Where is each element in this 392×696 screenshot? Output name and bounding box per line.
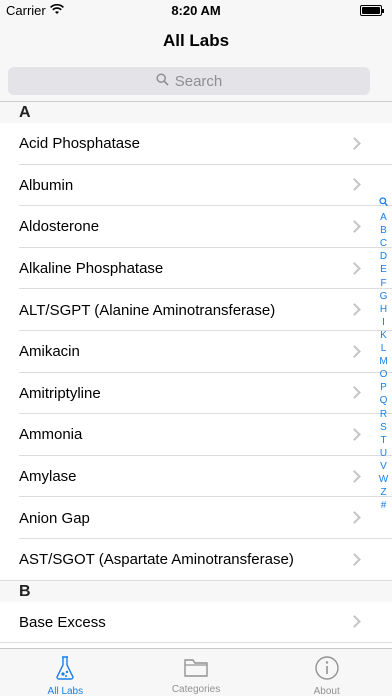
tab-categories[interactable]: Categories — [131, 649, 262, 696]
index-letter[interactable]: # — [381, 499, 387, 512]
folder-icon — [183, 655, 209, 682]
index-letter[interactable]: A — [380, 211, 387, 224]
status-time: 8:20 AM — [171, 3, 221, 18]
index-letter[interactable]: S — [380, 421, 387, 434]
list-item[interactable]: Aldosterone — [0, 206, 392, 248]
index-letter[interactable]: T — [380, 434, 386, 447]
list-item[interactable]: Amitriptyline — [0, 373, 392, 415]
chevron-right-icon — [348, 136, 361, 150]
chevron-right-icon — [348, 220, 361, 233]
list-item-label: ALT/SGPT (Alanine Aminotransferase) — [19, 301, 276, 319]
index-search-icon[interactable] — [379, 197, 388, 211]
list-item-label: Albumin — [19, 176, 74, 194]
list-item-label: Acid Phosphatase — [19, 135, 140, 153]
list-item-label: Aldosterone — [19, 218, 100, 236]
search-placeholder: Search — [174, 72, 223, 90]
search-icon — [156, 72, 169, 90]
chevron-right-icon — [348, 428, 361, 441]
list-item[interactable]: AST/SGOT (Aspartate Aminotransferase) — [0, 539, 392, 581]
chevron-right-icon — [348, 511, 361, 525]
tab-bar: All Labs Categories About — [0, 648, 392, 696]
index-letter[interactable]: H — [380, 303, 387, 316]
index-letter[interactable]: Q — [380, 394, 388, 407]
info-icon — [314, 655, 340, 684]
index-letter[interactable]: G — [380, 290, 388, 303]
battery-icon — [360, 5, 384, 16]
navigation-bar: All Labs — [0, 22, 392, 60]
page-title: All Labs — [162, 31, 230, 50]
list-item[interactable]: ALT/SGPT (Alanine Aminotransferase) — [0, 289, 392, 331]
index-letter[interactable]: O — [380, 368, 388, 381]
list-item-label: Amitriptyline — [19, 384, 101, 402]
index-letter[interactable]: L — [381, 342, 387, 355]
list-item[interactable]: Ammonia — [0, 414, 392, 456]
index-letter[interactable]: M — [379, 355, 387, 368]
chevron-right-icon — [348, 261, 361, 275]
list-item[interactable]: Anion Gap — [0, 497, 392, 539]
index-letter[interactable]: W — [379, 473, 388, 486]
index-letter[interactable]: D — [380, 250, 387, 263]
index-letter[interactable]: E — [380, 263, 387, 276]
index-letter[interactable]: V — [380, 460, 387, 473]
section-header-a: A — [0, 102, 392, 123]
tab-about[interactable]: About — [261, 649, 392, 696]
list-item-label: AST/SGOT (Aspartate Aminotransferase) — [19, 551, 294, 569]
chevron-right-icon — [348, 178, 361, 192]
list-item[interactable]: Alkaline Phosphatase — [0, 248, 392, 290]
list-item-label: Alkaline Phosphatase — [19, 260, 164, 278]
list-item[interactable]: Albumin — [0, 165, 392, 207]
flask-icon — [53, 655, 77, 684]
index-letter[interactable]: K — [380, 329, 387, 342]
chevron-right-icon — [348, 615, 361, 629]
index-letter[interactable]: U — [380, 447, 387, 460]
section-index[interactable]: A B C D E F G H I K L M O P Q R S T U V W Z # — [378, 197, 389, 512]
chevron-right-icon — [348, 386, 361, 400]
list-item[interactable]: Base Excess — [0, 602, 392, 644]
chevron-right-icon — [348, 469, 361, 483]
list-item-label: Amylase — [19, 468, 77, 486]
tab-label: All Labs — [47, 686, 84, 696]
index-letter[interactable]: R — [380, 408, 387, 421]
index-letter[interactable]: F — [380, 277, 386, 290]
status-bar: Carrier 8:20 AM — [0, 0, 392, 22]
index-letter[interactable]: C — [380, 237, 387, 250]
search-bar: Search — [0, 60, 392, 102]
chevron-right-icon — [348, 303, 361, 317]
labs-list[interactable]: A Acid Phosphatase Albumin Aldosterone Alkal… — [0, 102, 392, 648]
tab-label: About — [313, 686, 340, 696]
tab-label: Categories — [171, 684, 221, 695]
list-item-label: Ammonia — [19, 426, 83, 444]
index-letter[interactable]: I — [382, 316, 385, 329]
list-item[interactable]: Acid Phosphatase — [0, 123, 392, 165]
section-header-b: B — [0, 580, 392, 602]
list-item[interactable]: Amylase — [0, 456, 392, 498]
list-item-label: Anion Gap — [19, 509, 90, 527]
list-item-label: Amikacin — [19, 343, 80, 361]
chevron-right-icon — [348, 344, 361, 358]
list-item[interactable]: Amikacin — [0, 331, 392, 373]
list-item-label: Base Excess — [19, 613, 106, 631]
index-letter[interactable]: B — [380, 224, 387, 237]
index-letter[interactable]: P — [380, 381, 387, 394]
index-letter[interactable]: Z — [380, 486, 386, 499]
search-input[interactable]: Search — [8, 67, 370, 95]
chevron-right-icon — [348, 552, 361, 566]
tab-all-labs[interactable]: All Labs — [0, 649, 131, 696]
